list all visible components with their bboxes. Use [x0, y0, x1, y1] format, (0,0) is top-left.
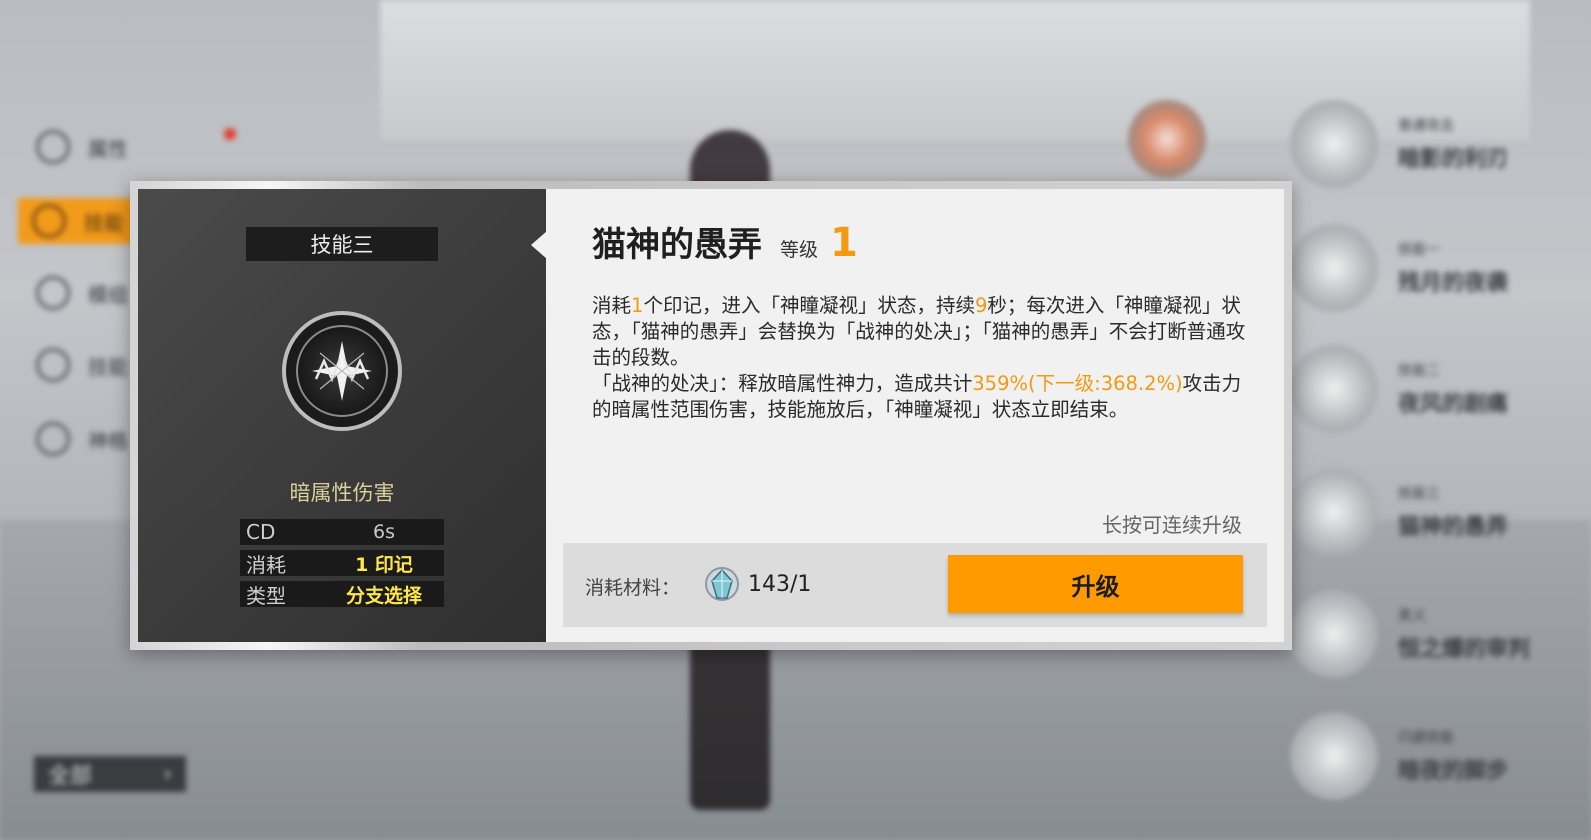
- skill-title: 残月的夜袭: [1398, 271, 1509, 296]
- skill-icon: [1290, 712, 1378, 800]
- material-count: 143/1: [748, 572, 812, 597]
- skill-description: 消耗1个印记，进入「神瞳凝视」状态，持续9秒；每次进入「神瞳凝视」状态，「猫神的…: [592, 293, 1252, 423]
- skill-name: 猫神的愚弄: [592, 225, 762, 265]
- skill-title: 恒之爆的审判: [1398, 637, 1531, 662]
- notification-dot: [224, 128, 236, 140]
- skill-category: 普通攻击: [1398, 118, 1454, 134]
- sidebar-item-techniques[interactable]: 技能: [36, 348, 128, 382]
- skill-list-item[interactable]: 技能一 残月的夜袭: [1290, 224, 1508, 312]
- skill-category: 奥义: [1398, 608, 1426, 624]
- skill-slot-label: 技能三: [246, 227, 438, 261]
- level-value: 1: [830, 220, 858, 266]
- chevron-right-icon: ›: [163, 761, 172, 787]
- stat-key: 类型: [246, 583, 286, 608]
- crest-icon: [36, 422, 70, 456]
- level-label: 等级: [780, 239, 819, 261]
- desc-text: 个印记，进入「神瞳凝视」状态，持续: [643, 294, 975, 317]
- skill-title: 暗影的利刃: [1398, 147, 1509, 172]
- panel-pointer: [531, 231, 547, 259]
- desc-damage-value: 359%(下一级:368.2%): [972, 372, 1183, 395]
- upgrade-button[interactable]: 升级: [948, 555, 1243, 613]
- skill-category: 技能三: [1398, 486, 1440, 502]
- damage-type-label: 暗属性伤害: [289, 481, 395, 505]
- skill-icon: [1290, 100, 1378, 188]
- skill-category: 闪避技能: [1398, 730, 1454, 746]
- skill-icon: [1290, 224, 1378, 312]
- skill-list-item[interactable]: 奥义 恒之爆的审判: [1290, 590, 1530, 678]
- stat-key: CD: [246, 520, 276, 544]
- cost-label: 消耗材料：: [585, 577, 681, 599]
- skill-title: 夜风的剧痛: [1398, 392, 1509, 417]
- desc-number: 9: [974, 294, 988, 317]
- filter-all-label: 全部: [48, 764, 93, 789]
- skill-title: 暗夜的脚步: [1398, 759, 1509, 784]
- skill-category: 技能二: [1398, 363, 1440, 379]
- sidebar-item-label: 技能: [88, 354, 128, 379]
- desc-text: 消耗: [592, 294, 632, 317]
- desc-text: 「战神的处决」：释放暗属性神力，造成共计: [592, 372, 973, 395]
- stat-value: 分支选择: [345, 584, 422, 607]
- skill-icon: [1290, 590, 1378, 678]
- hold-to-upgrade-hint: 长按可连续升级: [1102, 513, 1242, 537]
- stat-value: 6s: [373, 521, 395, 543]
- stat-key: 消耗: [246, 552, 286, 577]
- module-icon: [36, 276, 70, 310]
- skill-emblem: [282, 311, 402, 431]
- stat-row-cost: 消耗 1 印记: [240, 550, 444, 577]
- gear-icon: [32, 204, 66, 238]
- stat-row-type: 类型 分支选择: [240, 581, 444, 608]
- filter-all-button[interactable]: 全部 ›: [34, 756, 186, 792]
- skill-category: 技能一: [1398, 242, 1440, 258]
- sidebar-item-label: 模组: [88, 282, 128, 307]
- skill-icon: [1290, 345, 1378, 433]
- triangle-icon: [36, 348, 70, 382]
- skill-title-row: 猫神的愚弄 等级 1: [592, 217, 858, 266]
- skill-detail-panel: 猫神的愚弄 等级 1 消耗1个印记，进入「神瞳凝视」状态，持续9秒；每次进入「神…: [546, 189, 1284, 642]
- sidebar-item-divinity[interactable]: 神格: [36, 422, 128, 456]
- sidebar-item-label: 属性: [88, 136, 128, 161]
- stat-value: 1 印记: [355, 553, 413, 576]
- dark-star-emblem-icon: [296, 325, 388, 417]
- skill-list-item[interactable]: 技能三 猫神的愚弄: [1290, 468, 1508, 556]
- target-icon: [36, 130, 70, 164]
- crystal-material-icon[interactable]: [703, 563, 741, 605]
- sidebar-item-label: 技能: [84, 210, 124, 235]
- upgrade-cost-bar: 消耗材料： 143/1 升级: [563, 543, 1267, 627]
- skill-icon: [1290, 468, 1378, 556]
- skill-list-item[interactable]: 闪避技能 暗夜的脚步: [1290, 712, 1508, 800]
- stat-row-cd: CD 6s: [240, 519, 444, 545]
- skill-summary-panel: 技能三 暗属性伤害 CD 6s 消耗 1 印记 类型 分支选择: [138, 189, 547, 642]
- sidebar-item-modules[interactable]: 模组: [36, 276, 128, 310]
- sidebar-item-attributes[interactable]: 属性: [36, 130, 128, 164]
- skill-list-item[interactable]: 普通攻击 暗影的利刃: [1290, 100, 1508, 188]
- skill-title: 猫神的愚弄: [1398, 515, 1509, 540]
- character-portrait-icon: [1128, 100, 1206, 178]
- desc-number: 1: [631, 294, 644, 317]
- skill-list-item[interactable]: 技能二 夜风的剧痛: [1290, 345, 1508, 433]
- sidebar-item-label: 神格: [88, 428, 128, 453]
